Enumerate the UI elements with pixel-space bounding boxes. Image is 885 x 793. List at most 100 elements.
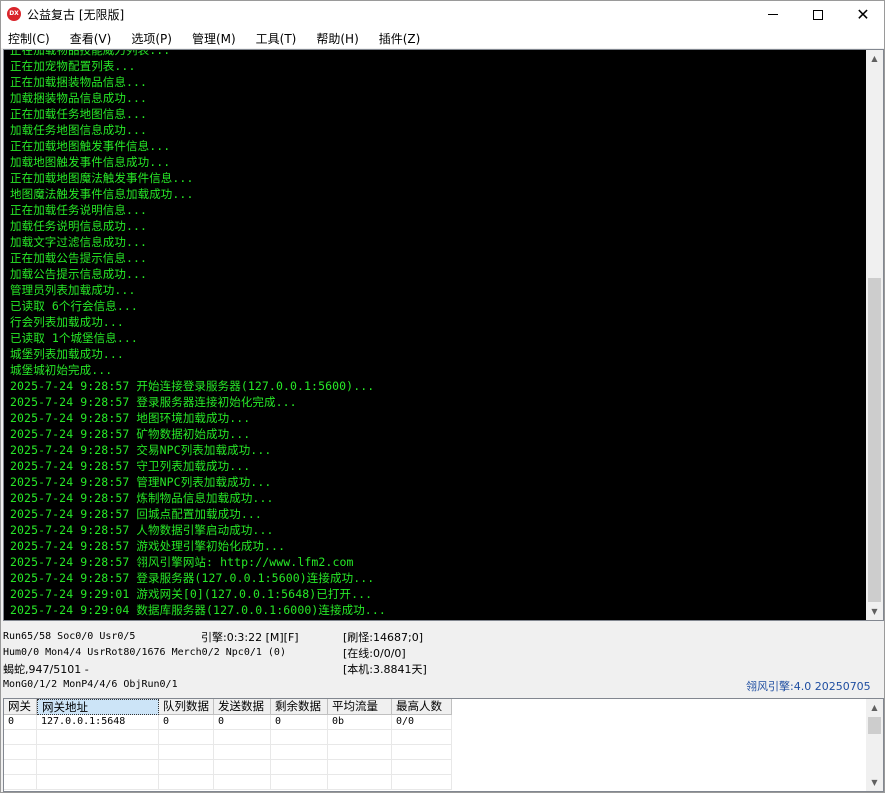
table-cell: 0b [328,715,392,730]
table-cell: 127.0.0.1:5648 [37,715,159,730]
log-line: 2025-7-24 9:28:57 守卫列表加载成功... [10,459,251,473]
log-line: 加载公告提示信息成功... [10,267,148,281]
scroll-thumb[interactable] [868,717,881,734]
menu-options[interactable]: 选项(P) [128,30,175,47]
status-run: Run65/58 Soc0/0 Usr0/5 [3,631,136,642]
table-row[interactable]: 0 127.0.0.1:5648 0 0 0 0b 0/0 [4,715,452,730]
scroll-up-icon[interactable]: ▲ [866,50,883,67]
log-line: 2025-7-24 9:28:57 地图环境加载成功... [10,411,251,425]
window-title: 公益复古 [无限版] [27,8,125,22]
col-gateway-address[interactable]: 网关地址 [37,699,159,715]
app-icon: DX [7,7,21,21]
log-line: 地图魔法触发事件信息加载成功... [10,187,194,201]
table-cell [328,730,392,745]
maximize-button[interactable] [795,1,841,28]
col-avg-traffic[interactable]: 平均流量 [328,699,392,715]
log-line: 正在加载公告提示信息... [10,251,148,265]
table-cell [214,760,271,775]
log-line: 2025-7-24 9:28:57 开始连接登录服务器(127.0.0.1:56… [10,379,375,393]
log-line: 已读取 6个行会信息... [10,299,138,313]
table-cell: 0 [159,715,214,730]
table-cell [159,760,214,775]
table-cell [159,745,214,760]
minimize-icon [768,14,778,15]
menu-control[interactable]: 控制(C) [5,30,53,47]
table-cell [159,730,214,745]
title-bar[interactable]: DX 公益复古 [无限版] ✕ [1,1,884,28]
minimize-button[interactable] [750,1,796,28]
table-cell [214,775,271,790]
table-cell [4,730,37,745]
log-line: 2025-7-24 9:28:57 交易NPC列表加载成功... [10,443,272,457]
menu-view[interactable]: 查看(V) [67,30,115,47]
menu-manage[interactable]: 管理(M) [189,30,239,47]
gateway-table[interactable]: 网关 网关地址 队列数据 发送数据 剩余数据 平均流量 最高人数 0 127.0.… [3,698,884,792]
log-line: 加载任务说明信息成功... [10,219,148,233]
log-line: 加载捆装物品信息成功... [10,91,148,105]
col-remaining-data[interactable]: 剩余数据 [271,699,328,715]
table-cell [214,745,271,760]
table-scrollbar[interactable]: ▲ ▼ [866,699,883,791]
table-body: 0 127.0.0.1:5648 0 0 0 0b 0/0 [4,715,452,790]
scroll-thumb[interactable] [868,278,881,602]
table-cell [37,760,159,775]
log-line: 正在加载地图触发事件信息... [10,139,171,153]
col-gateway[interactable]: 网关 [4,699,37,715]
log-line: 2025-7-24 9:28:57 人物数据引擎启动成功... [10,523,274,537]
table-cell [271,730,328,745]
col-queue-data[interactable]: 队列数据 [159,699,214,715]
log-line: 正在加载物品技能威力列表... [10,50,171,57]
engine-version: 翎风引擎:4.0 20250705 [746,680,871,693]
log-line: 正在加宠物配置列表... [10,59,136,73]
close-button[interactable]: ✕ [840,1,885,28]
scroll-down-icon[interactable]: ▼ [866,603,883,620]
log-line: 正在加载任务说明信息... [10,203,148,217]
table-row[interactable] [4,760,452,775]
table-row[interactable] [4,745,452,760]
table-cell [392,760,452,775]
log-panel[interactable]: 正在加载物品技能威力列表... 正在加宠物配置列表... 正在加载捆装物品信息...… [3,49,884,621]
status-engine: 引擎:0:3:22 [M][F] [201,631,299,644]
log-line: 正在加载任务地图信息... [10,107,148,121]
log-output[interactable]: 正在加载物品技能威力列表... 正在加宠物配置列表... 正在加载捆装物品信息...… [4,50,867,620]
menu-help[interactable]: 帮助(H) [313,30,361,47]
log-line: 2025-7-24 9:28:57 登录服务器(127.0.0.1:5600)连… [10,571,375,585]
log-line: 管理员列表加载成功... [10,283,136,297]
log-line: 加载任务地图信息成功... [10,123,148,137]
table-cell [4,760,37,775]
col-send-data[interactable]: 发送数据 [214,699,271,715]
maximize-icon [813,9,823,20]
menu-bar: 控制(C) 查看(V) 选项(P) 管理(M) 工具(T) 帮助(H) 插件(Z… [1,28,884,48]
table-cell [271,745,328,760]
log-line: 城堡城初始完成... [10,363,113,377]
log-line: 2025-7-24 9:28:57 回城点配置加载成功... [10,507,262,521]
log-line: 2025-7-24 9:28:57 炼制物品信息加载成功... [10,491,274,505]
table-cell [328,760,392,775]
table-cell: 0/0 [392,715,452,730]
status-snake: 蝎蛇,947/5101 - [3,663,89,676]
table-cell [4,775,37,790]
table-cell [4,745,37,760]
log-line: 2025-7-24 9:29:04 数据库服务器(127.0.0.1:6000)… [10,603,386,617]
menu-plugins[interactable]: 插件(Z) [376,30,424,47]
table-cell [159,775,214,790]
log-line: 正在加载地图魔法触发事件信息... [10,171,194,185]
status-hum: Hum0/0 Mon4/4 UsrRot80/1676 Merch0/2 Npc… [3,647,286,658]
table-cell [328,775,392,790]
log-line: 2025-7-24 9:28:57 管理NPC列表加载成功... [10,475,272,489]
table-row[interactable] [4,775,452,790]
log-line: 2025-7-24 9:28:57 翎风引擎网站: http://www.lfm… [10,555,354,569]
scroll-down-icon[interactable]: ▼ [866,774,883,791]
close-icon: ✕ [856,5,870,24]
status-panel: Run65/58 Soc0/0 Usr0/5 引擎:0:3:22 [M][F] … [1,623,884,697]
log-scrollbar[interactable]: ▲ ▼ [866,50,883,620]
log-line: 2025-7-24 9:28:57 矿物数据初始成功... [10,427,251,441]
table-row[interactable] [4,730,452,745]
scroll-up-icon[interactable]: ▲ [866,699,883,716]
menu-tools[interactable]: 工具(T) [253,30,300,47]
col-max-users[interactable]: 最高人数 [392,699,452,715]
table-cell [214,730,271,745]
log-line: 加载地图触发事件信息成功... [10,155,171,169]
log-line: 城堡列表加载成功... [10,347,124,361]
log-line: 加载文字过滤信息成功... [10,235,148,249]
